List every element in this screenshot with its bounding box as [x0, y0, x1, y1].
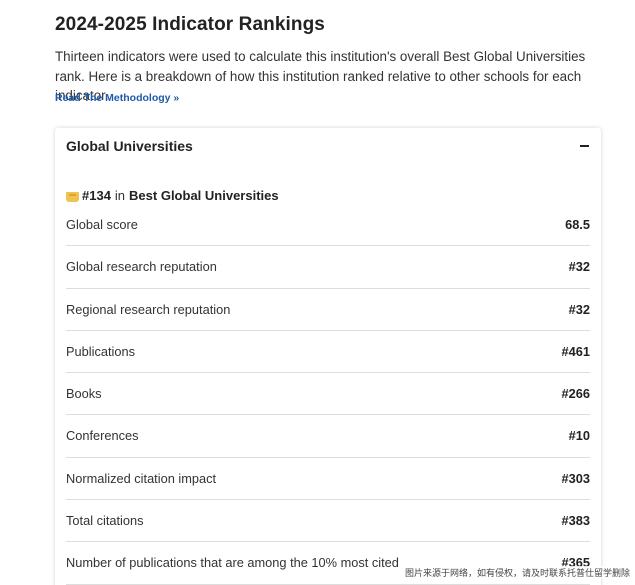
indicator-row: Normalized citation impact #303 — [66, 458, 590, 501]
indicator-value: #32 — [568, 259, 590, 275]
indicator-row: Global research reputation #32 — [66, 246, 590, 289]
indicator-value: #383 — [561, 513, 590, 529]
indicator-label: Number of publications that are among th… — [66, 555, 399, 571]
indicator-value: #266 — [561, 386, 590, 402]
indicator-row: Regional research reputation #32 — [66, 289, 590, 331]
indicator-value: 68.5 — [565, 217, 590, 232]
rank-number: #134 — [82, 188, 111, 203]
indicator-label: Total citations — [66, 513, 144, 529]
indicator-list: Global score 68.5 Global research reputa… — [66, 204, 590, 585]
card-header-toggle[interactable]: Global Universities — [55, 128, 601, 166]
indicator-value: #461 — [561, 343, 590, 359]
read-methodology-link[interactable]: Read The Methodology » — [55, 92, 179, 104]
card-title: Global Universities — [66, 138, 193, 154]
indicator-label: Books — [66, 386, 102, 402]
global-universities-card: Global Universities #134 in Best Global … — [55, 128, 601, 585]
indicator-label: Conferences — [66, 428, 139, 444]
overall-rank: #134 in Best Global Universities — [66, 188, 279, 203]
indicator-label: Global score — [66, 217, 138, 232]
indicator-row: Global score 68.5 — [66, 204, 590, 247]
rank-list-name: Best Global Universities — [129, 188, 279, 203]
indicator-value: #303 — [561, 470, 590, 486]
indicator-label: Global research reputation — [66, 259, 217, 275]
indicator-label: Publications — [66, 343, 136, 359]
indicator-value: #32 — [568, 301, 590, 317]
collapse-minus-icon[interactable] — [580, 145, 589, 147]
indicator-row: Books #266 — [66, 373, 590, 416]
image-source-watermark: 图片来源于网络，如有侵权，请及时联系托普仕留学删除 — [402, 566, 632, 579]
rank-in-text: in — [114, 188, 126, 203]
indicator-row: Total citations #383 — [66, 500, 590, 543]
indicator-value: #10 — [568, 428, 590, 444]
ranking-badge-icon — [66, 191, 79, 202]
page-title: 2024-2025 Indicator Rankings — [55, 14, 325, 35]
indicator-row: Publications #461 — [66, 331, 590, 374]
indicator-label: Regional research reputation — [66, 301, 231, 317]
indicator-label: Normalized citation impact — [66, 470, 217, 486]
indicator-row: Conferences #10 — [66, 415, 590, 458]
